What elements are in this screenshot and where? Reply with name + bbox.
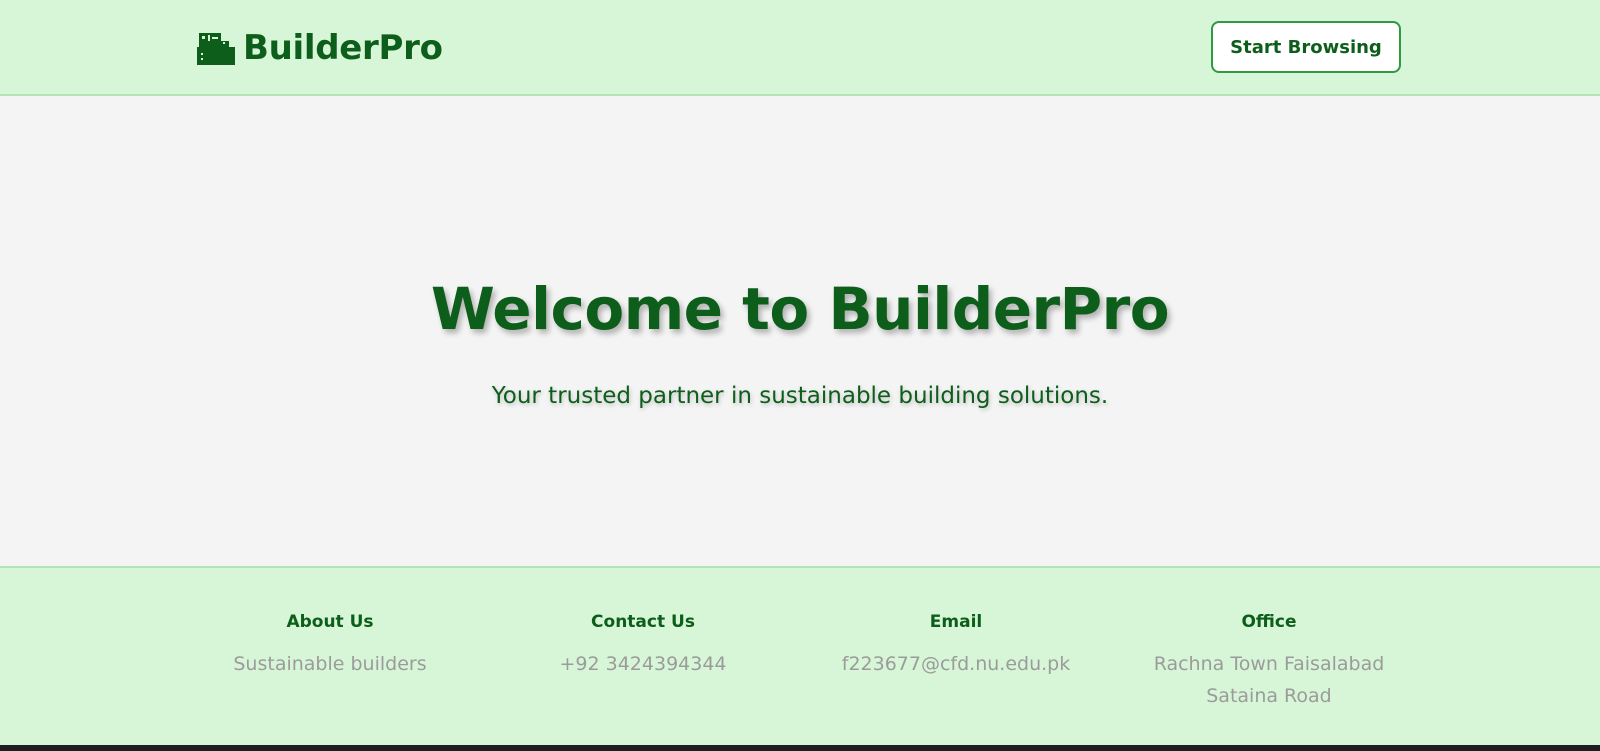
footer-office: Office Rachna Town Faisalabad Sataina Ro… bbox=[1119, 610, 1419, 712]
brand-name: BuilderPro bbox=[243, 28, 443, 68]
footer-email-address[interactable]: f223677@cfd.nu.edu.pk bbox=[806, 648, 1106, 680]
hero-title: Welcome to BuilderPro bbox=[430, 275, 1170, 343]
hero-section: Welcome to BuilderPro Your trusted partn… bbox=[0, 96, 1600, 566]
footer-phone[interactable]: +92 3424394344 bbox=[493, 648, 793, 680]
footer-email: Email f223677@cfd.nu.edu.pk bbox=[806, 610, 1106, 680]
footer-contact: Contact Us +92 3424394344 bbox=[493, 610, 793, 680]
footer-contact-heading: Contact Us bbox=[591, 612, 695, 632]
footer-about-text: Sustainable builders bbox=[233, 653, 427, 675]
start-browsing-button[interactable]: Start Browsing bbox=[1211, 21, 1401, 73]
footer-office-address: Rachna Town Faisalabad Sataina Road bbox=[1153, 653, 1385, 707]
bottom-edge-bar bbox=[0, 745, 1600, 751]
page: BuilderPro Start Browsing Welcome to Bui… bbox=[0, 0, 1600, 751]
toolbox-icon bbox=[197, 29, 235, 67]
brand-logo[interactable]: BuilderPro bbox=[197, 28, 443, 68]
site-footer: About Us Sustainable builders Contact Us… bbox=[0, 566, 1600, 745]
site-header: BuilderPro Start Browsing bbox=[0, 0, 1600, 96]
hero-subtitle: Your trusted partner in sustainable buil… bbox=[491, 383, 1109, 409]
footer-email-heading: Email bbox=[929, 612, 983, 632]
footer-office-heading: Office bbox=[1241, 612, 1297, 632]
footer-about-heading: About Us bbox=[286, 612, 374, 632]
footer-about: About Us Sustainable builders bbox=[180, 610, 480, 680]
